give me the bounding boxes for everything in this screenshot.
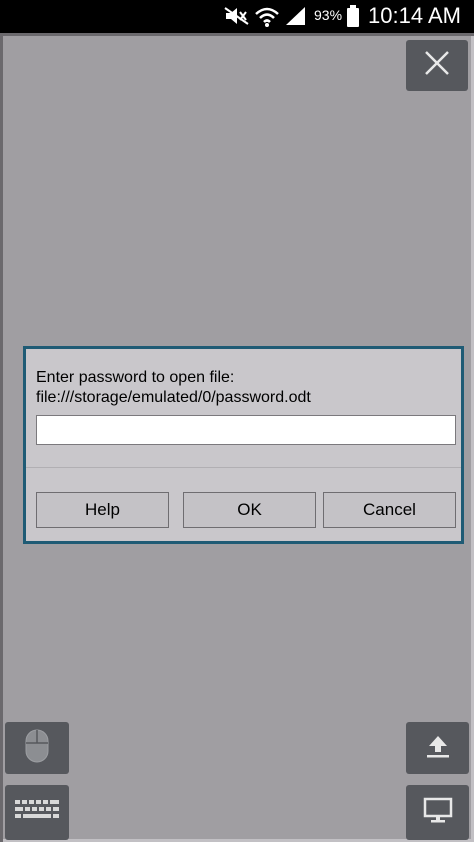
display-button[interactable] [406, 785, 469, 840]
dialog-message: Enter password to open file: file:///sto… [36, 368, 311, 408]
keyboard-icon [13, 798, 61, 827]
ok-button[interactable]: OK [183, 492, 316, 528]
keyboard-button[interactable] [5, 785, 69, 840]
upload-icon [424, 732, 452, 765]
password-input[interactable] [36, 415, 456, 445]
battery-icon [347, 5, 359, 32]
close-icon [423, 49, 451, 82]
upload-button[interactable] [406, 722, 469, 774]
status-bar: 93% 10:14 AM [0, 0, 474, 33]
cancel-button[interactable]: Cancel [323, 492, 456, 528]
mute-icon [224, 6, 250, 31]
password-dialog: Enter password to open file: file:///sto… [23, 346, 464, 544]
password-prompt: Enter password to open file: [36, 369, 235, 386]
clock: 10:14 AM [368, 3, 461, 28]
display-icon [423, 797, 453, 828]
help-button[interactable]: Help [36, 492, 169, 528]
dialog-divider [26, 467, 461, 468]
wifi-icon [254, 6, 280, 33]
battery-percent: 93% [314, 7, 343, 23]
file-path: file:///storage/emulated/0/password.odt [36, 389, 311, 406]
mouse-button[interactable] [5, 722, 69, 774]
mouse-icon [25, 729, 49, 768]
signal-icon [285, 6, 307, 31]
close-button[interactable] [406, 40, 468, 91]
